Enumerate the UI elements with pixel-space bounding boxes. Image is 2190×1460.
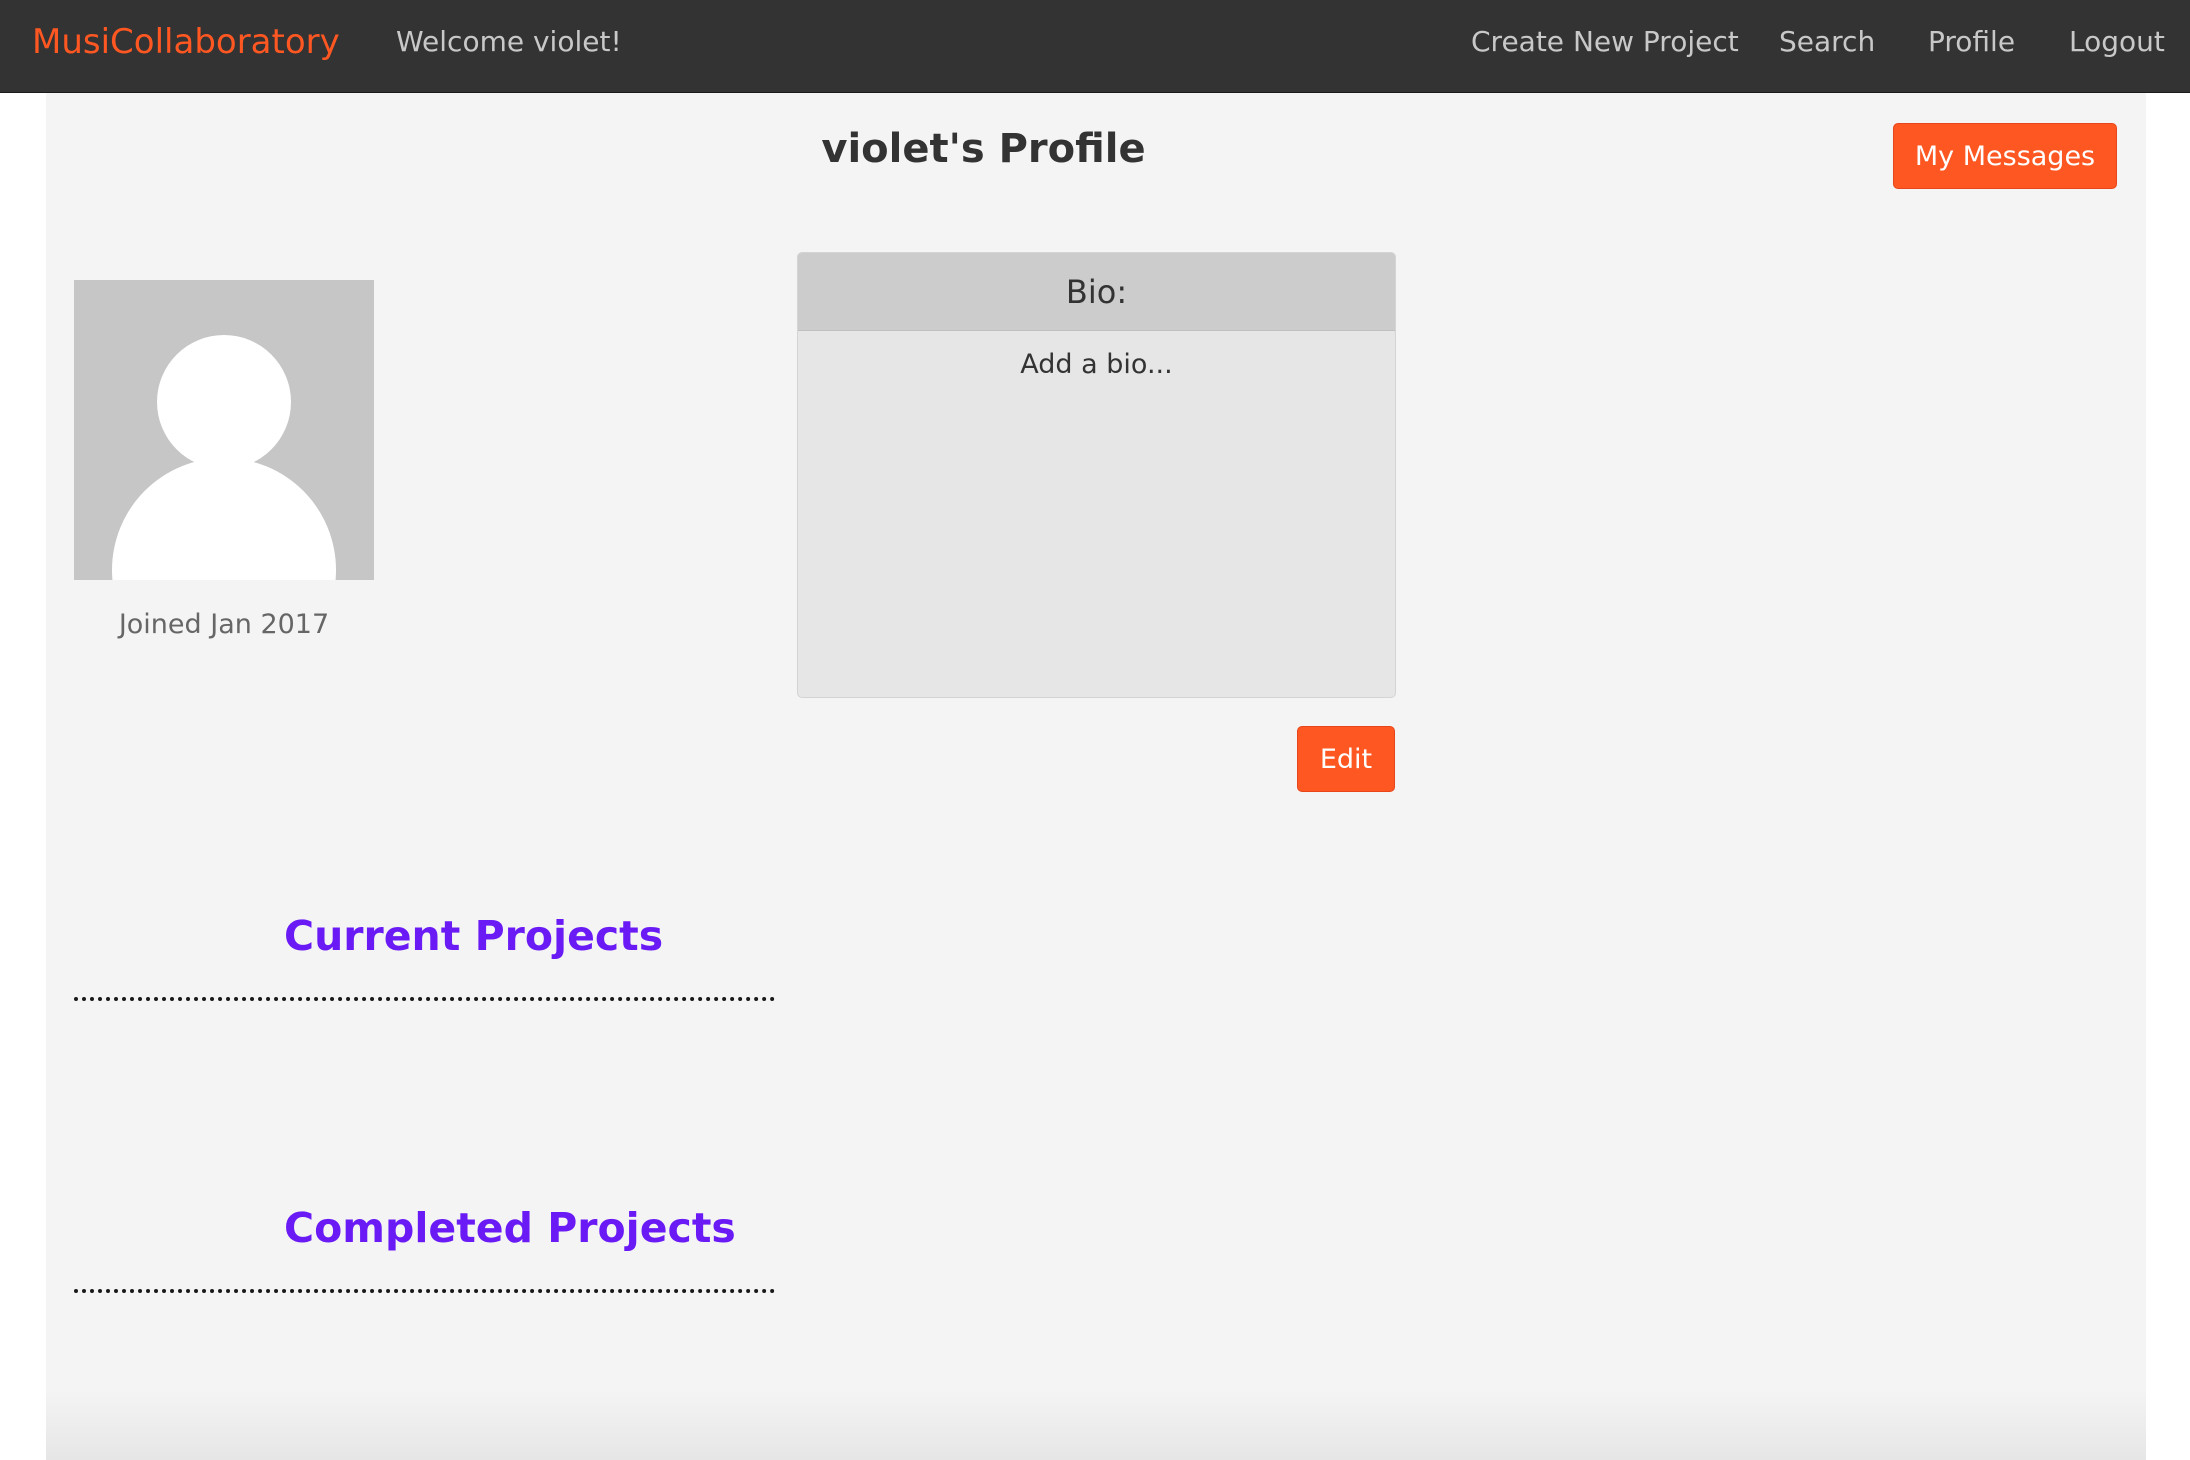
bio-panel: Bio: Add a bio... (797, 252, 1396, 698)
top-navbar: MusiCollaboratory Welcome violet! Create… (0, 0, 2190, 93)
completed-projects-divider (74, 1289, 775, 1293)
bio-text: Add a bio... (1020, 349, 1173, 380)
nav-profile[interactable]: Profile (1928, 20, 2015, 64)
profile-page: violet's Profile My Messages Joined Jan … (46, 93, 2146, 1460)
current-projects-divider (74, 997, 775, 1001)
avatar (74, 280, 374, 580)
completed-projects-heading: Completed Projects (284, 1204, 736, 1252)
my-messages-button[interactable]: My Messages (1893, 123, 2117, 189)
joined-date: Joined Jan 2017 (118, 609, 330, 640)
brand-logo-link[interactable]: MusiCollaboratory (32, 18, 340, 66)
edit-bio-button[interactable]: Edit (1297, 726, 1395, 792)
nav-logout[interactable]: Logout (2069, 20, 2165, 64)
nav-create-new-project[interactable]: Create New Project (1471, 20, 1739, 64)
avatar-head-shape (157, 335, 291, 469)
page-title: violet's Profile (821, 126, 1146, 172)
welcome-message: Welcome violet! (396, 25, 622, 58)
avatar-body-shape (112, 458, 336, 580)
nav-search[interactable]: Search (1779, 20, 1875, 64)
bio-heading: Bio: (798, 253, 1395, 331)
current-projects-heading: Current Projects (284, 912, 664, 960)
